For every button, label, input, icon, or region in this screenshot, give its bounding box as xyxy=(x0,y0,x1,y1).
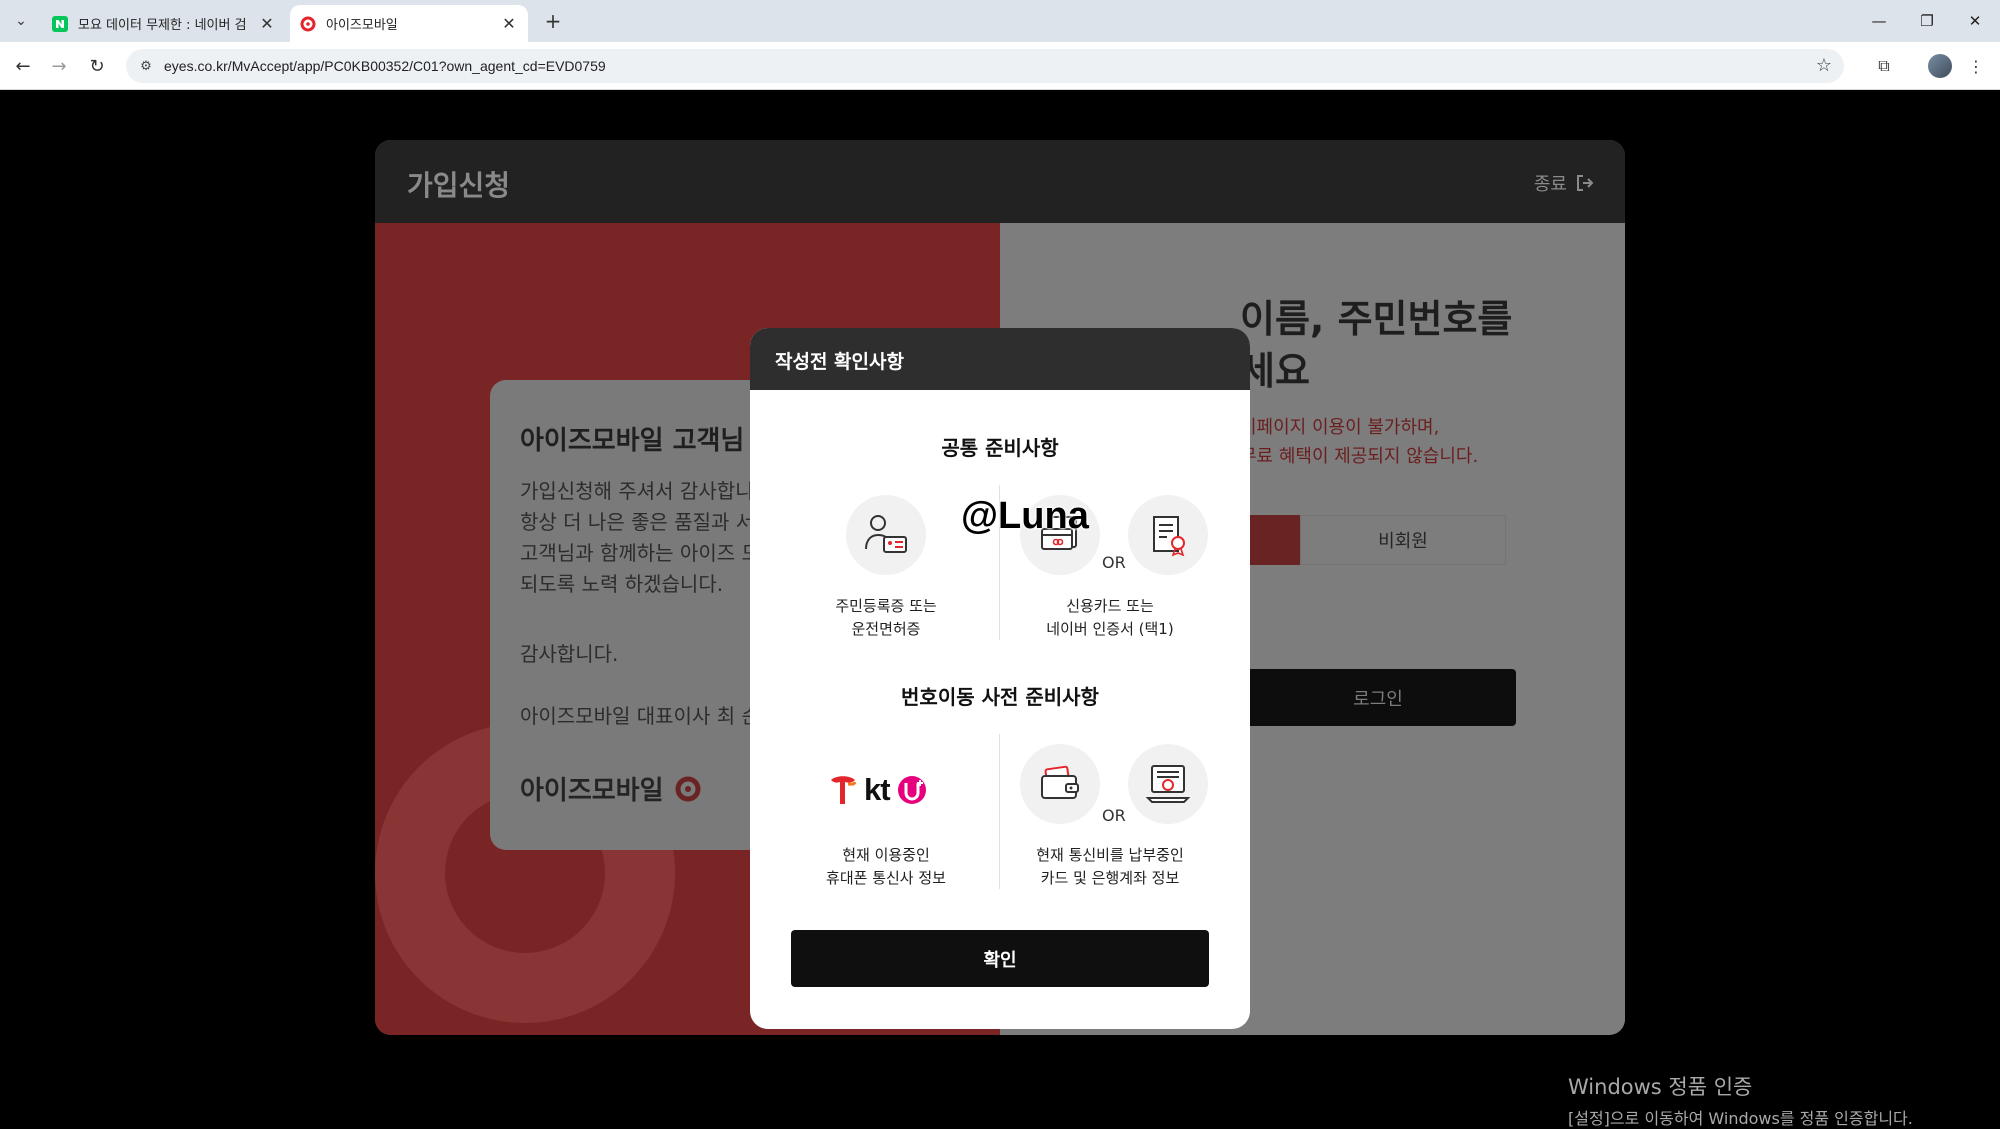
modal-header: 작성전 확인사항 xyxy=(750,328,1250,390)
exit-button[interactable]: 종료 xyxy=(1534,170,1595,196)
or-label: OR xyxy=(1102,806,1126,825)
site-info-icon[interactable]: ⚙ xyxy=(136,56,156,76)
carrier-caption: 현재 이용중인 휴대폰 통신사 정보 xyxy=(826,846,946,887)
naver-favicon-icon xyxy=(52,15,68,32)
tab-title: 아이즈모바일 xyxy=(326,18,398,33)
modal-title: 작성전 확인사항 xyxy=(775,351,904,373)
url-text[interactable]: eyes.co.kr/MvAccept/app/PC0KB00352/C01?o… xyxy=(164,49,606,83)
new-tab-button[interactable]: + xyxy=(540,8,566,34)
arrow-left-icon: ← xyxy=(15,55,31,77)
chevron-down-icon: ⌄ xyxy=(15,13,27,29)
tab-eyesmobile[interactable]: 아이즈모바일 ✕ xyxy=(290,5,528,42)
back-button[interactable]: ← xyxy=(9,52,37,80)
transfer-section-title: 번호이동 사전 준비사항 xyxy=(901,685,1099,709)
kt-logo-text: kt xyxy=(864,772,891,807)
bookmark-star-icon[interactable]: ☆ xyxy=(1816,55,1832,76)
lgu-logo-icon xyxy=(897,776,926,804)
puzzle-icon: ⧉ xyxy=(1878,56,1890,75)
restore-button[interactable]: ❐ xyxy=(1904,0,1950,42)
activation-title: Windows 정품 인증 xyxy=(1568,1075,1753,1099)
windows-activation-notice: Windows 정품 인증 [설정]으로 이동하여 Windows를 정품 인증… xyxy=(1568,1071,1913,1129)
arrow-right-icon: → xyxy=(51,55,67,77)
membership-toggle: 비회원 xyxy=(1240,515,1530,565)
payment-caption: 현재 통신비를 납부중인 카드 및 은행계좌 정보 xyxy=(1036,846,1184,887)
carrier-logos: kt xyxy=(828,770,948,810)
card-body: 가입신청해 주셔서 감사합니다 항상 더 나은 좋은 품질과 서비 고객님과 함… xyxy=(520,479,773,596)
activation-subtitle: [설정]으로 이동하여 Windows를 정품 인증합니다. xyxy=(1568,1109,1913,1128)
menu-button[interactable]: ⋮ xyxy=(1962,52,1990,80)
certificate-icon xyxy=(1128,495,1208,575)
bank-statement-icon xyxy=(1128,744,1208,824)
tab-naver[interactable]: 모요 데이터 무제한 : 네이버 검 ✕ xyxy=(42,5,286,42)
card-signature: 아이즈모바일 대표이사 최 순 xyxy=(520,704,760,728)
close-icon[interactable]: ✕ xyxy=(258,14,276,33)
browser-toolbar: ← → ↻ ⚙ eyes.co.kr/MvAccept/app/PC0KB003… xyxy=(0,42,2000,90)
minimize-icon: — xyxy=(1871,12,1887,30)
warning-text: 이페이지 이용이 불가하며, 무료 혜택이 제공되지 않습니다. xyxy=(1240,417,1479,467)
login-label: 로그인 xyxy=(1353,688,1403,710)
right-heading: 이름, 주민번호를 세요 xyxy=(1240,297,1513,393)
more-vert-icon: ⋮ xyxy=(1968,56,1984,76)
or-label: OR xyxy=(1102,553,1126,572)
confirm-button[interactable]: 확인 xyxy=(791,930,1209,987)
login-button[interactable]: 로그인 xyxy=(1240,669,1516,726)
card-thanks: 감사합니다. xyxy=(520,642,619,666)
guest-label: 비회원 xyxy=(1378,531,1428,552)
forward-button[interactable]: → xyxy=(45,52,73,80)
page-content: 가입신청 종료 이름, 주민번호를 세요 이페이지 이용이 불가하며, 무료 혜… xyxy=(0,91,2000,1128)
confirm-label: 확인 xyxy=(983,949,1017,971)
close-icon: ✕ xyxy=(1968,12,1982,30)
reload-button[interactable]: ↻ xyxy=(83,52,111,80)
tab-strip: ⌄ 모요 데이터 무제한 : 네이버 검 ✕ 아이즈모바일 ✕ + — ❐ ✕ xyxy=(0,0,2000,42)
close-icon[interactable]: ✕ xyxy=(500,14,518,33)
tab-title: 모요 데이터 무제한 : 네이버 검 xyxy=(78,18,247,33)
id-card-icon xyxy=(846,495,926,575)
plus-icon: + xyxy=(544,9,562,33)
page-title: 가입신청 xyxy=(407,169,511,202)
eyes-favicon-icon xyxy=(300,16,316,31)
profile-avatar[interactable] xyxy=(1928,54,1952,78)
pre-check-modal: 작성전 확인사항 공통 준비사항 주민등록증 또는 운전면허증 OR 신용카드 … xyxy=(750,328,1250,1029)
cert-caption: 신용카드 또는 네이버 인증서 (택1) xyxy=(1046,597,1174,638)
skt-logo-icon xyxy=(831,776,857,804)
exit-label: 종료 xyxy=(1533,174,1567,195)
reload-icon: ↻ xyxy=(89,55,105,77)
watermark-text: @Luna xyxy=(961,495,1089,537)
wallet-icon xyxy=(1020,744,1100,824)
app-header: 가입신청 종료 xyxy=(375,140,1625,223)
guest-option[interactable]: 비회원 xyxy=(1300,515,1506,565)
minimize-button[interactable]: — xyxy=(1856,0,1902,42)
id-caption: 주민등록증 또는 운전면허증 xyxy=(835,597,937,638)
brand-logo: 아이즈모바일 xyxy=(520,770,702,807)
address-bar[interactable]: ⚙ eyes.co.kr/MvAccept/app/PC0KB00352/C01… xyxy=(126,49,1844,83)
brand-logo-text: 아이즈모바일 xyxy=(520,776,664,806)
card-title: 아이즈모바일 고객님 xyxy=(520,426,745,456)
restore-icon: ❐ xyxy=(1920,12,1934,30)
extensions-button[interactable]: ⧉ xyxy=(1870,52,1898,80)
logout-icon xyxy=(1577,175,1594,191)
window-close-button[interactable]: ✕ xyxy=(1952,0,1998,42)
common-section-title: 공통 준비사항 xyxy=(941,436,1059,460)
tab-search-button[interactable]: ⌄ xyxy=(8,8,34,34)
brand-mark-icon xyxy=(675,776,701,801)
